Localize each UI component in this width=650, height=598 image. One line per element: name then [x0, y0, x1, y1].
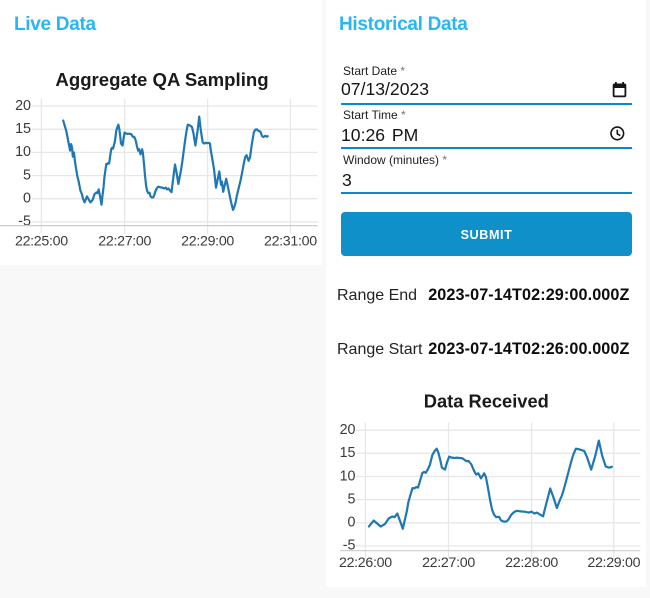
svg-text:22:31:00: 22:31:00: [264, 233, 317, 249]
svg-text:10: 10: [340, 468, 356, 484]
svg-text:5: 5: [23, 167, 31, 183]
svg-text:-5: -5: [18, 214, 31, 230]
svg-text:10: 10: [15, 144, 31, 160]
svg-text:22:29:00: 22:29:00: [587, 555, 640, 571]
svg-text:15: 15: [15, 121, 31, 137]
svg-text:22:26:00: 22:26:00: [339, 555, 392, 571]
svg-text:15: 15: [340, 445, 356, 461]
svg-text:Aggregate QA Sampling: Aggregate QA Sampling: [55, 69, 268, 90]
svg-text:22:27:00: 22:27:00: [422, 555, 475, 571]
svg-text:Data Received: Data Received: [424, 390, 549, 411]
svg-text:22:28:00: 22:28:00: [505, 555, 558, 571]
svg-text:22:27:00: 22:27:00: [98, 233, 151, 249]
svg-text:0: 0: [348, 515, 356, 531]
svg-text:20: 20: [15, 98, 31, 114]
svg-text:5: 5: [348, 491, 356, 507]
svg-text:22:29:00: 22:29:00: [181, 233, 234, 249]
svg-text:22:25:00: 22:25:00: [15, 233, 68, 249]
svg-text:0: 0: [23, 191, 31, 207]
svg-text:20: 20: [340, 422, 356, 438]
